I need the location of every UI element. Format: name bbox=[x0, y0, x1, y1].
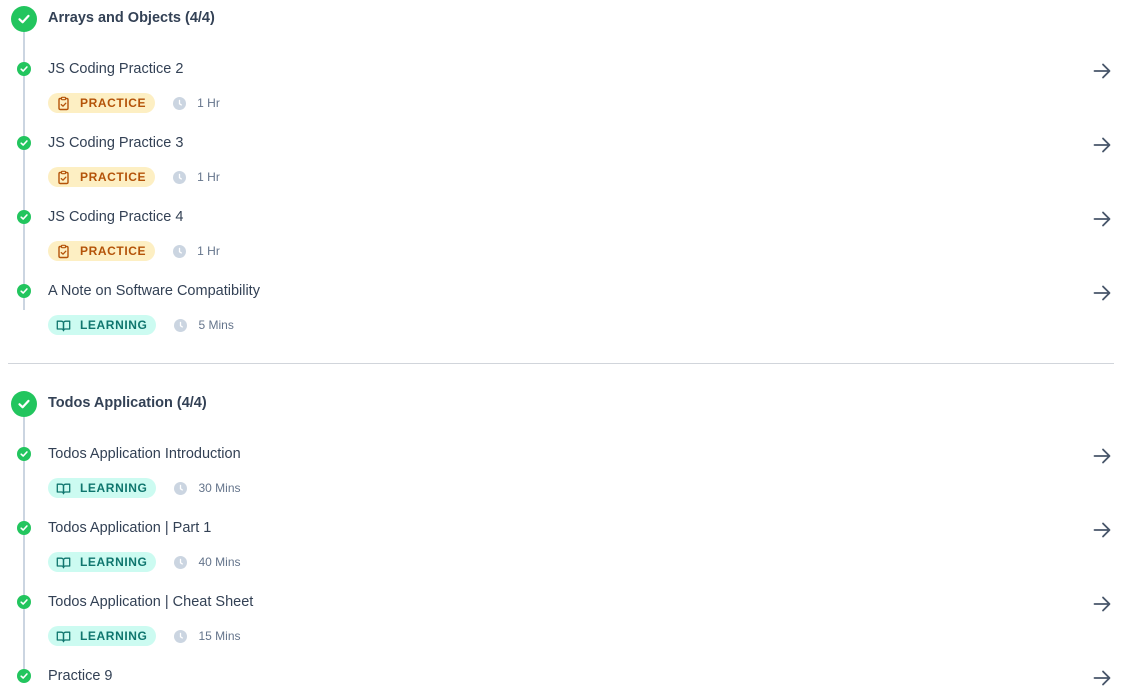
check-circle-icon bbox=[17, 595, 31, 609]
section-title: Arrays and Objects (4/4) bbox=[48, 10, 215, 26]
arrow-right-icon[interactable] bbox=[1091, 60, 1113, 82]
item-title[interactable]: Todos Application Introduction bbox=[48, 446, 241, 462]
item-title[interactable]: JS Coding Practice 4 bbox=[48, 209, 183, 225]
list-item[interactable]: Practice 9 bbox=[0, 669, 1132, 692]
practice-badge: PRACTICE bbox=[48, 93, 156, 113]
duration-text: 15 Mins bbox=[198, 629, 241, 643]
arrow-right-icon[interactable] bbox=[1091, 519, 1113, 541]
practice-badge: PRACTICE bbox=[48, 167, 156, 187]
check-circle-icon bbox=[17, 210, 31, 224]
clipboard-check-icon bbox=[56, 244, 71, 259]
clock-icon bbox=[173, 96, 187, 110]
item-meta: PRACTICE 1 Hr bbox=[48, 167, 220, 187]
list-item[interactable]: JS Coding Practice 4 PRACTICE 1 Hr bbox=[0, 208, 1132, 270]
open-book-icon bbox=[56, 629, 71, 644]
clipboard-check-icon bbox=[56, 96, 71, 111]
item-meta: LEARNING 15 Mins bbox=[48, 626, 241, 646]
clock-icon bbox=[174, 629, 188, 643]
duration-text: 1 Hr bbox=[197, 244, 220, 258]
clipboard-check-icon bbox=[56, 170, 71, 185]
clock-icon bbox=[174, 318, 188, 332]
learning-badge: LEARNING bbox=[48, 315, 157, 335]
item-title[interactable]: JS Coding Practice 2 bbox=[48, 61, 183, 77]
course-module-list: Arrays and Objects (4/4) JS Coding Pract… bbox=[0, 0, 1132, 692]
learning-badge: LEARNING bbox=[48, 478, 157, 498]
item-meta: LEARNING 40 Mins bbox=[48, 552, 241, 572]
badge-label: PRACTICE bbox=[80, 170, 147, 184]
clock-icon bbox=[173, 170, 187, 184]
item-title[interactable]: JS Coding Practice 3 bbox=[48, 135, 183, 151]
open-book-icon bbox=[56, 555, 71, 570]
item-meta: LEARNING 5 Mins bbox=[48, 315, 234, 335]
section-header[interactable]: Arrays and Objects (4/4) bbox=[0, 6, 1132, 32]
arrow-right-icon[interactable] bbox=[1091, 134, 1113, 156]
badge-label: PRACTICE bbox=[80, 244, 147, 258]
section-divider bbox=[8, 363, 1114, 364]
clock-icon bbox=[173, 244, 187, 258]
check-circle-icon bbox=[17, 136, 31, 150]
arrow-right-icon[interactable] bbox=[1091, 208, 1113, 230]
arrow-right-icon[interactable] bbox=[1091, 669, 1113, 689]
list-item[interactable]: JS Coding Practice 3 PRACTICE 1 Hr bbox=[0, 134, 1132, 196]
item-meta: PRACTICE 1 Hr bbox=[48, 93, 220, 113]
check-circle-icon bbox=[17, 62, 31, 76]
section-header[interactable]: Todos Application (4/4) bbox=[0, 391, 1132, 417]
item-title[interactable]: Todos Application | Part 1 bbox=[48, 520, 211, 536]
arrow-right-icon[interactable] bbox=[1091, 593, 1113, 615]
duration-text: 1 Hr bbox=[197, 96, 220, 110]
item-title[interactable]: Practice 9 bbox=[48, 669, 112, 684]
arrow-right-icon[interactable] bbox=[1091, 282, 1113, 304]
check-circle-icon bbox=[11, 391, 37, 417]
check-circle-icon bbox=[11, 6, 37, 32]
list-item[interactable]: Todos Application | Cheat Sheet LEARNING… bbox=[0, 593, 1132, 655]
check-circle-icon bbox=[17, 669, 31, 683]
check-circle-icon bbox=[17, 284, 31, 298]
badge-label: PRACTICE bbox=[80, 96, 147, 110]
practice-badge: PRACTICE bbox=[48, 241, 156, 261]
section-title: Todos Application (4/4) bbox=[48, 395, 207, 411]
check-circle-icon bbox=[17, 521, 31, 535]
list-item[interactable]: Todos Application Introduction LEARNING … bbox=[0, 445, 1132, 507]
duration-text: 5 Mins bbox=[198, 318, 234, 332]
item-meta: PRACTICE 1 Hr bbox=[48, 241, 220, 261]
open-book-icon bbox=[56, 481, 71, 496]
duration-text: 40 Mins bbox=[198, 555, 241, 569]
item-meta: LEARNING 30 Mins bbox=[48, 478, 241, 498]
item-title[interactable]: A Note on Software Compatibility bbox=[48, 283, 260, 299]
clock-icon bbox=[174, 555, 188, 569]
duration-text: 30 Mins bbox=[198, 481, 241, 495]
item-title[interactable]: Todos Application | Cheat Sheet bbox=[48, 594, 253, 610]
arrow-right-icon[interactable] bbox=[1091, 445, 1113, 467]
learning-badge: LEARNING bbox=[48, 552, 157, 572]
learning-badge: LEARNING bbox=[48, 626, 157, 646]
list-item[interactable]: JS Coding Practice 2 PRACTICE 1 Hr bbox=[0, 60, 1132, 122]
badge-label: LEARNING bbox=[80, 481, 148, 495]
badge-label: LEARNING bbox=[80, 555, 148, 569]
badge-label: LEARNING bbox=[80, 318, 148, 332]
check-circle-icon bbox=[17, 447, 31, 461]
clock-icon bbox=[174, 481, 188, 495]
list-item[interactable]: A Note on Software Compatibility LEARNIN… bbox=[0, 282, 1132, 344]
open-book-icon bbox=[56, 318, 71, 333]
list-item[interactable]: Todos Application | Part 1 LEARNING 40 M… bbox=[0, 519, 1132, 581]
badge-label: LEARNING bbox=[80, 629, 148, 643]
duration-text: 1 Hr bbox=[197, 170, 220, 184]
